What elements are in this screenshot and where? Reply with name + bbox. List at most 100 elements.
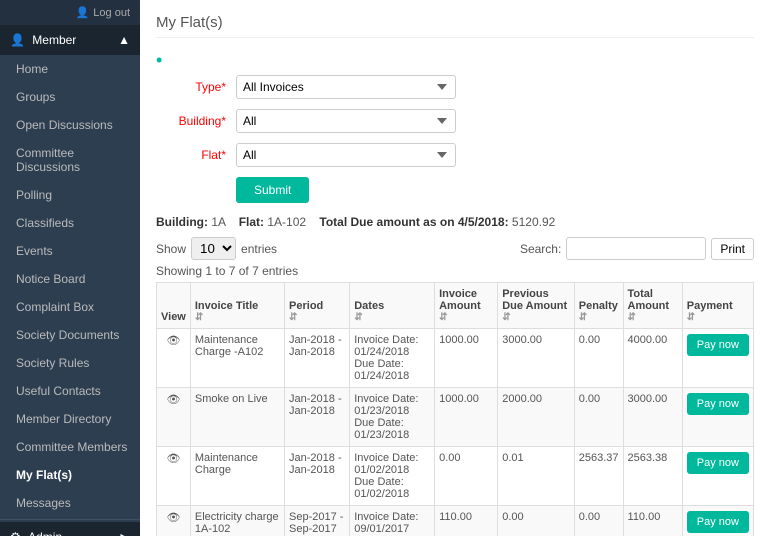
- sidebar-item-events[interactable]: Events: [0, 237, 140, 265]
- sidebar-item-home[interactable]: Home: [0, 55, 140, 83]
- cell-invoice-amount-3: 110.00: [435, 506, 498, 536]
- table-controls: Show 10 25 50 entries Search: Print: [156, 237, 754, 260]
- cell-view-3[interactable]: 👁: [157, 506, 191, 536]
- sidebar-item-groups[interactable]: Groups: [0, 83, 140, 111]
- cell-period-0: Jan-2018 - Jan-2018: [285, 329, 350, 388]
- sidebar-item-society-rules[interactable]: Society Rules: [0, 349, 140, 377]
- cell-previous-due-1: 2000.00: [498, 388, 575, 447]
- sidebar-item-committee-members[interactable]: Committee Members: [0, 433, 140, 461]
- info-bar: Building: 1A Flat: 1A-102 Total Due amou…: [156, 215, 754, 229]
- user-icon: 👤: [76, 6, 90, 19]
- col-period: Period⇵: [285, 283, 350, 329]
- col-view: View: [157, 283, 191, 329]
- table-row: 👁 Maintenance Charge -A102 Jan-2018 - Ja…: [157, 329, 754, 388]
- sidebar-item-classifieds[interactable]: Classifieds: [0, 209, 140, 237]
- table-row: 👁 Electricity charge 1A-102 Sep-2017 - S…: [157, 506, 754, 536]
- page-title: My Flat(s): [156, 14, 754, 38]
- sidebar-item-messages[interactable]: Messages: [0, 489, 140, 517]
- cell-previous-due-2: 0.01: [498, 447, 575, 506]
- invoices-table: View Invoice Title⇵ Period⇵ Dates⇵ Invoi…: [156, 282, 754, 536]
- type-label: Type*: [156, 80, 236, 94]
- type-select[interactable]: All InvoicesPendingPaid: [236, 75, 456, 99]
- col-invoice-title: Invoice Title⇵: [190, 283, 284, 329]
- col-invoice-amount: Invoice Amount⇵: [435, 283, 498, 329]
- cell-penalty-2: 2563.37: [574, 447, 623, 506]
- cell-dates-1: Invoice Date: 01/23/2018Due Date: 01/23/…: [350, 388, 435, 447]
- cell-title-0: Maintenance Charge -A102: [190, 329, 284, 388]
- table-row: 👁 Maintenance Charge Jan-2018 - Jan-2018…: [157, 447, 754, 506]
- cell-title-1: Smoke on Live: [190, 388, 284, 447]
- sidebar-item-useful-contacts[interactable]: Useful Contacts: [0, 377, 140, 405]
- pay-now-button-2[interactable]: Pay now: [687, 452, 749, 474]
- admin-section-header[interactable]: ⚙ Admin ►: [0, 522, 140, 536]
- cell-previous-due-0: 3000.00: [498, 329, 575, 388]
- cell-dates-2: Invoice Date: 01/02/2018Due Date: 01/02/…: [350, 447, 435, 506]
- sidebar-item-notice-board[interactable]: Notice Board: [0, 265, 140, 293]
- member-section-label: Member: [32, 33, 76, 47]
- search-label: Search:: [520, 242, 561, 256]
- sidebar-item-society-documents[interactable]: Society Documents: [0, 321, 140, 349]
- cell-view-1[interactable]: 👁: [157, 388, 191, 447]
- cell-payment-2: Pay now: [682, 447, 753, 506]
- logout-bar: 👤 Log out: [0, 0, 140, 25]
- cell-invoice-amount-1: 1000.00: [435, 388, 498, 447]
- cell-dates-3: Invoice Date: 09/01/2017Due Date: 09/03/…: [350, 506, 435, 536]
- chevron-icon: ▲: [118, 33, 130, 47]
- pay-now-button-0[interactable]: Pay now: [687, 334, 749, 356]
- search-input[interactable]: [566, 237, 706, 260]
- building-select[interactable]: All1A1B: [236, 109, 456, 133]
- member-icon: 👤: [10, 33, 25, 47]
- sidebar-item-polling[interactable]: Polling: [0, 181, 140, 209]
- info-due-date: 4/5/2018: [458, 215, 505, 229]
- entries-select[interactable]: 10 25 50: [191, 237, 236, 260]
- submit-button[interactable]: Submit: [236, 177, 309, 203]
- cell-total-amount-0: 4000.00: [623, 329, 682, 388]
- admin-label: Admin: [28, 530, 62, 536]
- cell-period-2: Jan-2018 - Jan-2018: [285, 447, 350, 506]
- member-section-header[interactable]: 👤 Member ▲: [0, 25, 140, 55]
- cell-dates-0: Invoice Date: 01/24/2018Due Date: 01/24/…: [350, 329, 435, 388]
- main-content: My Flat(s) • Type* All InvoicesPendingPa…: [140, 0, 770, 536]
- cell-penalty-3: 0.00: [574, 506, 623, 536]
- cell-previous-due-3: 0.00: [498, 506, 575, 536]
- bullet-marker: •: [156, 50, 754, 71]
- logout-link[interactable]: Log out: [93, 7, 130, 19]
- cell-period-1: Jan-2018 - Jan-2018: [285, 388, 350, 447]
- flat-row: Flat* All1A-1021A-103: [156, 143, 754, 167]
- cell-view-2[interactable]: 👁: [157, 447, 191, 506]
- table-row: 👁 Smoke on Live Jan-2018 - Jan-2018 Invo…: [157, 388, 754, 447]
- info-flat: 1A-102: [267, 215, 306, 229]
- cell-total-amount-2: 2563.38: [623, 447, 682, 506]
- col-previous-due: Previous Due Amount⇵: [498, 283, 575, 329]
- cell-title-2: Maintenance Charge: [190, 447, 284, 506]
- pay-now-button-3[interactable]: Pay now: [687, 511, 749, 533]
- show-entries: Show 10 25 50 entries: [156, 237, 277, 260]
- cell-penalty-1: 0.00: [574, 388, 623, 447]
- sidebar-item-complaint-box[interactable]: Complaint Box: [0, 293, 140, 321]
- sidebar: 👤 Log out 👤 Member ▲ Home Groups Open Di…: [0, 0, 140, 536]
- search-bar: Search: Print: [520, 237, 754, 260]
- cell-total-amount-3: 110.00: [623, 506, 682, 536]
- cell-total-amount-1: 3000.00: [623, 388, 682, 447]
- sidebar-item-committee-discussions[interactable]: Committee Discussions: [0, 139, 140, 181]
- col-penalty: Penalty⇵: [574, 283, 623, 329]
- cell-payment-1: Pay now: [682, 388, 753, 447]
- sidebar-item-my-flats[interactable]: My Flat(s): [0, 461, 140, 489]
- col-payment: Payment⇵: [682, 283, 753, 329]
- building-label: Building*: [156, 114, 236, 128]
- flat-select[interactable]: All1A-1021A-103: [236, 143, 456, 167]
- col-total-amount: Total Amount⇵: [623, 283, 682, 329]
- sidebar-item-member-directory[interactable]: Member Directory: [0, 405, 140, 433]
- gear-icon: ⚙: [10, 530, 21, 536]
- cell-title-3: Electricity charge 1A-102: [190, 506, 284, 536]
- cell-view-0[interactable]: 👁: [157, 329, 191, 388]
- showing-text: Showing 1 to 7 of 7 entries: [156, 264, 754, 278]
- print-button[interactable]: Print: [711, 238, 754, 260]
- pay-now-button-1[interactable]: Pay now: [687, 393, 749, 415]
- chevron-right-icon: ►: [118, 530, 130, 536]
- cell-payment-3: Pay now: [682, 506, 753, 536]
- sidebar-item-open-discussions[interactable]: Open Discussions: [0, 111, 140, 139]
- type-row: Type* All InvoicesPendingPaid: [156, 75, 754, 99]
- building-row: Building* All1A1B: [156, 109, 754, 133]
- info-total-due: 5120.92: [512, 215, 555, 229]
